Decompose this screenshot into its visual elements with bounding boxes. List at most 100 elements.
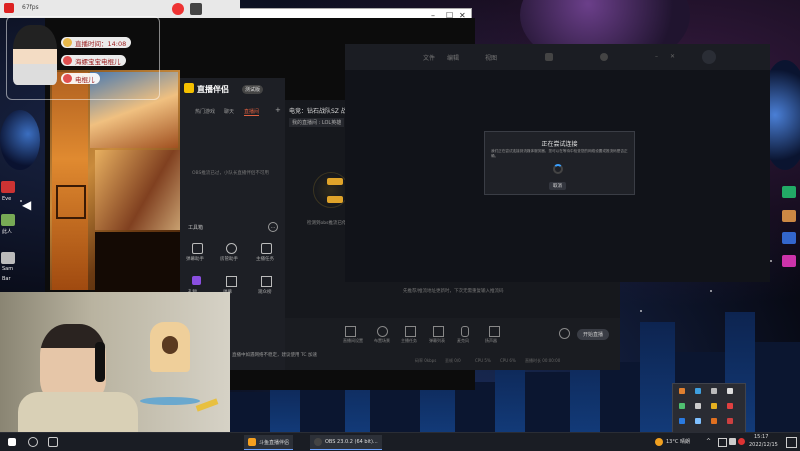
tray-icon[interactable] [711, 403, 717, 409]
bottom-button-label[interactable]: 扬声器 [485, 338, 497, 344]
task-view-icon[interactable] [44, 435, 62, 449]
live-time-text: 直播时间：14:08 [75, 39, 127, 48]
tray-icon[interactable] [711, 418, 717, 424]
tab-label[interactable]: 67fps [22, 4, 39, 11]
dialog-title: 正在尝试连接 [541, 141, 578, 148]
douyu-icon [63, 56, 72, 65]
stat-bitrate: 码率 0kbps [415, 358, 437, 363]
beta-badge: 测试版 [242, 85, 264, 94]
tray-icon[interactable] [695, 403, 701, 409]
tray-icon[interactable] [727, 418, 733, 424]
action-center-icon[interactable] [786, 437, 797, 448]
desktop-app-icon[interactable] [782, 210, 796, 222]
network-icon[interactable] [718, 438, 727, 447]
task-icon[interactable] [405, 326, 416, 337]
tray-icon[interactable] [727, 403, 733, 409]
menu-item[interactable]: 编辑 [447, 53, 459, 62]
start-live-button[interactable]: 开始直播 [577, 329, 610, 340]
tab-chat[interactable]: 聊天 [224, 108, 234, 115]
more-icon[interactable]: … [268, 222, 278, 232]
tab-live-room[interactable]: 直播间 [244, 108, 260, 116]
taskbar-item-label: OBS 23.0.2 (64 bit)... [325, 439, 378, 445]
desktop-app-icon[interactable] [782, 186, 796, 198]
app-icon[interactable] [190, 3, 202, 15]
tray-icon[interactable] [679, 418, 685, 424]
danmaku-list-icon[interactable] [433, 326, 444, 337]
tray-icon[interactable] [695, 388, 701, 394]
back-arrow-icon[interactable]: ◀ [22, 198, 31, 212]
cat-tree-hole [162, 336, 178, 354]
notification-icon[interactable] [738, 438, 745, 445]
audience-rank-icon[interactable] [261, 276, 272, 287]
scene-icon[interactable] [377, 326, 388, 337]
menu-item[interactable]: 文件 [423, 53, 435, 62]
game-artwork-panel [95, 150, 180, 230]
tab-hot-games[interactable]: 热门游戏 [195, 108, 215, 115]
app-icon[interactable] [4, 3, 14, 13]
search-icon[interactable] [24, 435, 42, 449]
douyu-icon [63, 74, 72, 83]
admin-helper-icon[interactable] [226, 243, 237, 254]
bottom-button-label[interactable]: 直播间设置 [343, 338, 363, 344]
desktop-app-icon[interactable] [1, 214, 15, 226]
weather-icon[interactable] [655, 438, 663, 446]
taskbar-item-label: 斗鱼直播伴侣 [259, 439, 290, 446]
desktop-app-icon[interactable] [1, 252, 15, 264]
cube-icon [56, 185, 86, 219]
microphone-icon[interactable] [461, 326, 469, 337]
tray-icon[interactable] [679, 403, 685, 409]
volume-icon[interactable] [729, 438, 736, 445]
desktop-app-icon[interactable] [1, 181, 15, 193]
bottom-button-label[interactable]: 主播任务 [401, 338, 417, 344]
tray-icon[interactable] [711, 388, 717, 394]
avatar[interactable] [702, 50, 716, 64]
tool-label[interactable]: 主播任务 [256, 256, 274, 262]
taskbar-item-douyu[interactable]: 斗鱼直播伴侣 [244, 435, 294, 450]
room-settings-icon[interactable] [345, 326, 356, 337]
clock-date[interactable]: 2022/12/15 [749, 442, 778, 448]
avatar [13, 25, 57, 85]
task-icon[interactable] [261, 243, 272, 254]
tool-label[interactable]: 观众榜 [258, 289, 272, 295]
close-icon[interactable]: ✕ [670, 53, 675, 60]
notification-icon[interactable] [600, 53, 608, 61]
tool-label[interactable]: 弹幕助手 [186, 256, 204, 262]
taskbar-item-obs[interactable]: OBS 23.0.2 (64 bit)... [310, 435, 382, 450]
category-selector[interactable]: 我的直播间 : LOL英雄 [289, 118, 345, 127]
live-time-label: 直播时间：14:08 [61, 37, 132, 48]
app-icon[interactable] [172, 3, 184, 15]
toolbox-label: 工具箱 [188, 225, 204, 231]
danmaku-helper-icon[interactable] [192, 243, 203, 254]
stat-duration: 直播时长 00:00:00 [525, 358, 561, 363]
gear-icon[interactable] [559, 328, 570, 339]
douyu-icon [248, 438, 256, 446]
add-icon[interactable]: + [275, 106, 281, 114]
bottom-button-label[interactable]: 布置场景 [374, 338, 390, 344]
clock-icon [63, 38, 72, 47]
weather-text[interactable]: 13°C 晴朗 [666, 438, 690, 445]
menu-item[interactable]: 视图 [485, 53, 497, 62]
desktop-app-icon[interactable] [782, 255, 796, 267]
connecting-dialog: 正在尝试连接 我们正在尝试连接到流媒体服务器，您可以在等待中检查您的网络设置或推… [484, 131, 635, 195]
cancel-button[interactable]: 取消 [549, 182, 566, 190]
gift-icon[interactable] [192, 276, 201, 285]
door-frame-graphic [52, 72, 88, 290]
tray-icon[interactable] [679, 388, 685, 394]
chevron-up-icon[interactable]: ^ [706, 438, 711, 445]
stat-gpu: CPU 6% [500, 358, 516, 363]
bottom-button-label[interactable]: 麦克风 [457, 338, 469, 344]
assistant-bottom-bar: 先推荐/推流地址更新时，下次无需重复输入推流码 直播间设置 布置场景 主播任务 … [285, 289, 620, 370]
danmaku-icon[interactable] [226, 276, 237, 287]
tray-icon[interactable] [695, 418, 701, 424]
gear-icon[interactable] [545, 53, 553, 61]
bottom-button-label[interactable]: 弹幕列表 [429, 338, 445, 344]
taskbar: 斗鱼直播伴侣 OBS 23.0.2 (64 bit)... 13°C 晴朗 ^ … [0, 432, 800, 451]
speaker-icon[interactable] [489, 326, 500, 337]
tool-label[interactable]: 房管助手 [220, 256, 238, 262]
clock-time[interactable]: 15:17 [754, 434, 768, 440]
tray-icon[interactable] [727, 388, 733, 394]
minimize-icon[interactable]: – [655, 53, 658, 60]
name-text: 电棍儿 [75, 75, 95, 84]
start-button[interactable] [4, 435, 20, 449]
desktop-app-icon[interactable] [782, 232, 796, 244]
